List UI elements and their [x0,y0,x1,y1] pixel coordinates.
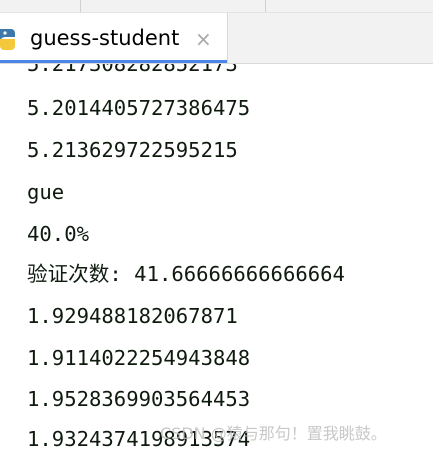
console-line: 5.2014405727386475 [27,96,251,120]
console-line: 40.0% [27,222,89,246]
console-line: gue [27,180,65,204]
tab-title: guess-student [30,26,180,50]
watermark: CSDN @猿与那句！置我眺鼓。 [160,424,387,443]
window-top-strip [0,0,433,13]
console-line: 5.217308282852173 [27,64,238,76]
console-line: 1.9528369903564453 [27,387,251,411]
console-line: 1.9114022254943848 [27,346,251,370]
editor-tab-bar: guess-student × [0,13,433,64]
console-line: 5.213629722595215 [27,138,238,162]
active-tab-indicator [0,60,227,63]
tab-guess-student[interactable]: guess-student × [0,13,228,63]
top-strip-divider [80,0,81,12]
top-strip-divider [265,0,266,12]
run-console-output: 5.217308282852173 5.2014405727386475 5.2… [0,64,433,454]
close-icon[interactable]: × [195,26,212,52]
python-file-icon [0,26,22,50]
console-line: 1.929488182067871 [27,304,238,328]
console-line: 验证次数: 41.66666666666664 [27,262,345,286]
